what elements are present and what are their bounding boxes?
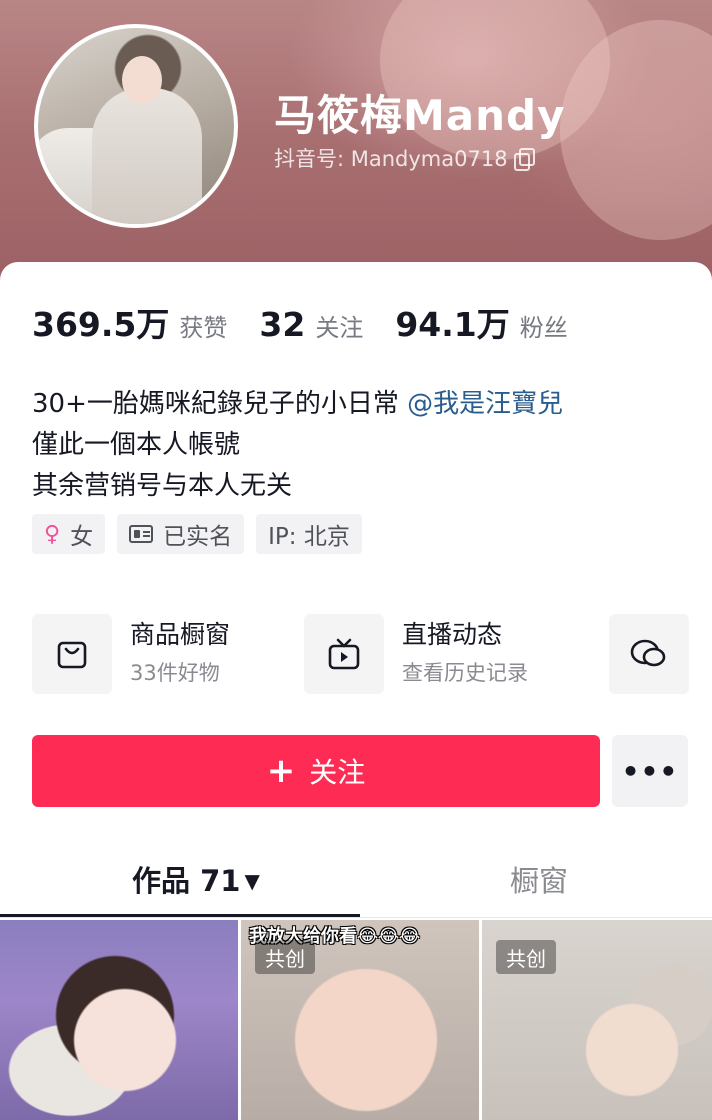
- profile-card: 369.5万 获赞 32 关注 94.1万 粉丝 30+一胎媽咪紀錄兒子的小日常…: [0, 262, 712, 1120]
- bio-line-3: 其余营销号与本人无关: [32, 471, 293, 501]
- co-create-badge: 共创: [496, 940, 556, 974]
- tab-shop-window[interactable]: 橱窗: [510, 858, 568, 900]
- female-icon: ♀: [44, 521, 61, 547]
- shop-window-entry[interactable]: 商品橱窗 33件好物: [32, 614, 230, 694]
- profile-tags: ♀ 女 已实名 IP: 北京: [32, 514, 362, 554]
- live-history-entry[interactable]: 直播动态 查看历史记录: [304, 614, 528, 694]
- caret-down-icon: ▼: [244, 869, 260, 893]
- bio: 30+一胎媽咪紀錄兒子的小日常 @我是汪寶兒 僅此一個本人帳號 其余营销号与本人…: [32, 384, 563, 507]
- id-card-icon: [129, 525, 154, 543]
- video-thumbnail[interactable]: [0, 920, 238, 1120]
- chat-bubble-icon: [609, 614, 689, 694]
- gender-text: 女: [70, 524, 94, 550]
- account-id-text: 抖音号: Mandyma0718: [274, 147, 508, 171]
- follow-button[interactable]: + 关注: [32, 735, 600, 807]
- ip-location-text: IP: 北京: [268, 524, 350, 550]
- gender-tag: ♀ 女: [32, 514, 106, 554]
- live-history-subtitle: 查看历史记录: [402, 661, 528, 685]
- ip-location-tag: IP: 北京: [256, 514, 362, 554]
- live-history-title: 直播动态: [402, 620, 503, 649]
- feature-entries: 商品橱窗 33件好物 直播动态 查看历史记录: [32, 614, 712, 696]
- tv-play-icon: [304, 614, 384, 694]
- shopping-bag-icon: [32, 614, 112, 694]
- bio-line-2: 僅此一個本人帳號: [32, 430, 241, 460]
- likes-count: 369.5万: [32, 305, 170, 344]
- verified-text: 已实名: [163, 524, 233, 550]
- follow-button-label: 关注: [309, 756, 366, 789]
- shop-window-title: 商品橱窗: [130, 620, 231, 649]
- followers-count[interactable]: 94.1万: [395, 298, 509, 346]
- followers-label[interactable]: 粉丝: [520, 308, 568, 343]
- bio-mention-link[interactable]: @我是汪寶兒: [407, 389, 563, 419]
- tab-works[interactable]: 作品 71 ▼: [132, 858, 260, 900]
- plus-icon: +: [266, 751, 296, 791]
- video-thumbnail[interactable]: 共创: [482, 920, 712, 1120]
- bio-line-1: 30+一胎媽咪紀錄兒子的小日常: [32, 389, 408, 419]
- copy-icon[interactable]: [513, 148, 535, 171]
- following-count[interactable]: 32: [259, 305, 305, 344]
- likes-label: 获赞: [179, 314, 228, 342]
- profile-name: 马筱梅Mandy: [274, 91, 566, 140]
- tab-works-label: 作品 71: [132, 864, 241, 898]
- tab-divider: [0, 917, 712, 918]
- stats-row: 369.5万 获赞 32 关注 94.1万 粉丝: [32, 298, 568, 346]
- shop-window-subtitle: 33件好物: [130, 661, 220, 685]
- following-label[interactable]: 关注: [315, 308, 363, 343]
- verified-tag: 已实名: [117, 514, 245, 554]
- more-options-button[interactable]: •••: [612, 735, 688, 807]
- co-create-badge: 共创: [255, 940, 315, 974]
- avatar[interactable]: [34, 24, 238, 228]
- video-thumbnail[interactable]: 我放大给你看😂😂😂 共创: [241, 920, 479, 1120]
- account-id[interactable]: 抖音号: Mandyma0718: [274, 143, 535, 173]
- group-chat-entry[interactable]: [609, 614, 689, 694]
